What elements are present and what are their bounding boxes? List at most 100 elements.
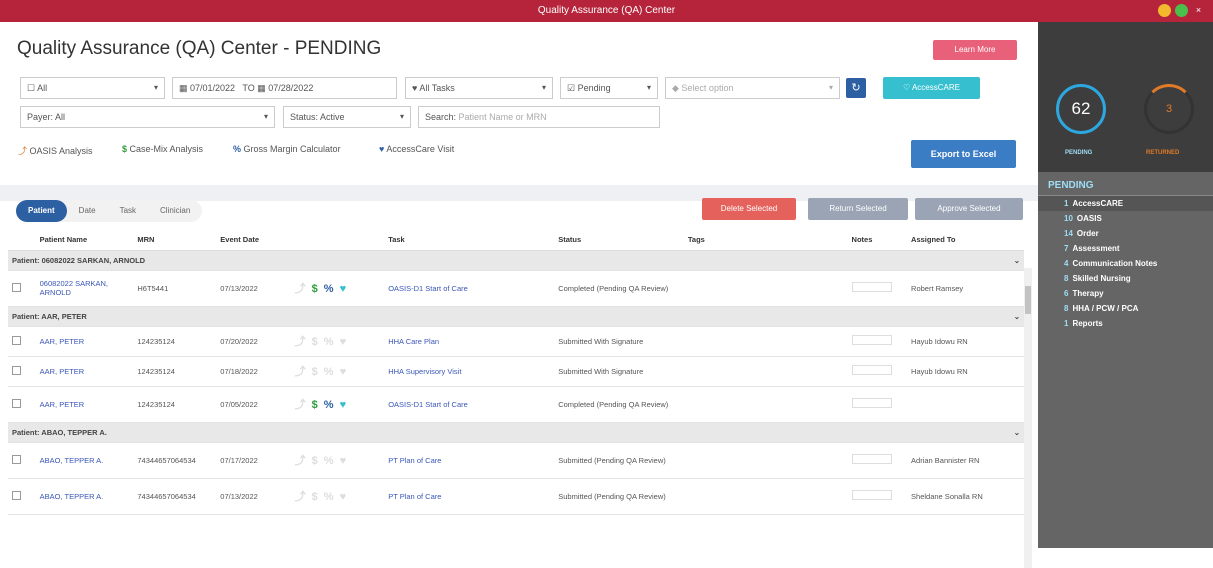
dollar-icon[interactable]: $ <box>312 336 318 348</box>
task-link[interactable]: HHA Care Plan <box>384 326 555 357</box>
group-row[interactable]: Patient: ABAO, TEPPER A. ⌄ <box>8 422 1024 443</box>
heart-icon[interactable]: ♥ <box>340 399 347 411</box>
approve-selected-button[interactable]: Approve Selected <box>915 198 1023 220</box>
oasis-analysis-link[interactable]: ⤴ OASIS Analysis <box>18 144 93 157</box>
col-patient-name[interactable]: Patient Name <box>35 230 134 251</box>
patient-name-link[interactable]: ABAO, TEPPER A. <box>35 478 134 515</box>
group-row[interactable]: Patient: AAR, PETER ⌄ <box>8 306 1024 327</box>
return-selected-button[interactable]: Return Selected <box>808 198 908 220</box>
sidebar-item[interactable]: 6 Therapy <box>1038 286 1213 301</box>
patient-name-link[interactable]: AAR, PETER <box>35 356 134 387</box>
chevron-down-icon[interactable]: ⌄ <box>907 250 1024 271</box>
dollar-icon[interactable]: $ <box>312 491 318 503</box>
refresh-button[interactable]: ↻ <box>846 78 866 98</box>
percent-icon[interactable]: % <box>324 455 334 467</box>
sidebar-item[interactable]: 4 Communication Notes <box>1038 256 1213 271</box>
task-link[interactable]: HHA Supervisory Visit <box>384 356 555 387</box>
tasks-select[interactable]: ♥ All Tasks ▾ <box>405 77 553 99</box>
table-row[interactable]: AAR, PETER 124235124 07/18/2022 ⤴ $% ♥ HHA… <box>8 356 1024 387</box>
sidebar-item[interactable]: 8 HHA / PCW / PCA <box>1038 301 1213 316</box>
patient-name-link[interactable]: 06082022 SARKAN, ARNOLD <box>35 270 134 307</box>
chart-icon[interactable]: ⤴ <box>295 455 306 467</box>
col-assigned-to[interactable]: Assigned To <box>907 230 1024 251</box>
learn-more-button[interactable]: Learn More <box>933 40 1017 60</box>
delete-selected-button[interactable]: Delete Selected <box>702 198 796 220</box>
export-excel-button[interactable]: Export to Excel <box>911 140 1016 168</box>
status-select[interactable]: Status: Active ▾ <box>283 106 411 128</box>
pending-count-ring[interactable]: 62 <box>1056 84 1106 134</box>
notes-icon[interactable] <box>851 365 892 375</box>
chart-icon[interactable]: ⤴ <box>295 491 306 503</box>
notes-icon[interactable] <box>851 335 892 345</box>
status-filter-select[interactable]: ☑ Pending ▾ <box>560 77 658 99</box>
percent-icon[interactable]: % <box>324 283 334 295</box>
chevron-down-icon[interactable]: ⌄ <box>907 422 1024 443</box>
sidebar-item[interactable]: 14 Order <box>1038 226 1213 241</box>
table-scrollbar[interactable] <box>1024 268 1032 568</box>
row-checkbox[interactable] <box>12 335 21 345</box>
dollar-icon[interactable]: $ <box>312 455 318 467</box>
col-mrn[interactable]: MRN <box>133 230 217 251</box>
notes-icon[interactable] <box>851 490 892 500</box>
table-row[interactable]: 06082022 SARKAN, ARNOLD H6T5441 07/13/20… <box>8 270 1024 307</box>
row-checkbox[interactable] <box>12 454 21 464</box>
col-task[interactable]: Task <box>384 230 555 251</box>
notes-icon[interactable] <box>851 398 892 408</box>
scrollbar-thumb[interactable] <box>1025 286 1031 314</box>
heart-icon[interactable]: ♥ <box>340 283 347 295</box>
dollar-icon[interactable]: $ <box>312 366 318 378</box>
dollar-icon[interactable]: $ <box>312 283 318 295</box>
sidebar-item[interactable]: 1 Reports <box>1038 316 1213 331</box>
scope-select[interactable]: ☐ All ▾ <box>20 77 165 99</box>
minimize-button[interactable] <box>1158 4 1171 17</box>
task-link[interactable]: OASIS-D1 Start of Care <box>384 270 555 307</box>
percent-icon[interactable]: % <box>324 399 334 411</box>
percent-icon[interactable]: % <box>324 336 334 348</box>
case-mix-link[interactable]: $ Case-Mix Analysis <box>122 144 203 154</box>
sidebar-item[interactable]: 8 Skilled Nursing <box>1038 271 1213 286</box>
tab-clinician[interactable]: Clinician <box>148 200 202 222</box>
col-notes[interactable]: Notes <box>847 230 908 251</box>
task-link[interactable]: OASIS-D1 Start of Care <box>384 386 555 423</box>
patient-name-link[interactable]: ABAO, TEPPER A. <box>35 442 134 479</box>
table-row[interactable]: AAR, PETER 124235124 07/20/2022 ⤴ $% ♥ HHA… <box>8 326 1024 357</box>
table-row[interactable]: AAR, PETER 124235124 07/05/2022 ⤴ $% ♥ OAS… <box>8 386 1024 423</box>
row-checkbox[interactable] <box>12 398 21 408</box>
row-checkbox[interactable] <box>12 490 21 500</box>
tab-task[interactable]: Task <box>108 200 148 222</box>
heart-icon[interactable]: ♥ <box>340 491 347 503</box>
heart-icon[interactable]: ♥ <box>340 366 347 378</box>
table-row[interactable]: ABAO, TEPPER A. 74344657064534 07/13/202… <box>8 478 1024 515</box>
row-checkbox[interactable] <box>12 282 21 292</box>
dollar-icon[interactable]: $ <box>312 399 318 411</box>
notes-icon[interactable] <box>851 454 892 464</box>
row-checkbox[interactable] <box>12 365 21 375</box>
table-row[interactable]: ABAO, TEPPER A. 74344657064534 07/17/202… <box>8 442 1024 479</box>
task-link[interactable]: PT Plan of Care <box>384 478 555 515</box>
sidebar-item[interactable]: 1 AccessCARE <box>1038 196 1213 211</box>
chart-icon[interactable]: ⤴ <box>295 366 306 378</box>
payer-select[interactable]: Payer: All ▾ <box>20 106 275 128</box>
chevron-down-icon[interactable]: ⌄ <box>907 306 1024 327</box>
margin-calculator-link[interactable]: % Gross Margin Calculator <box>233 144 341 154</box>
tab-patient[interactable]: Patient <box>16 200 67 222</box>
tag-select[interactable]: ◆ Select option ▾ <box>665 77 840 99</box>
chart-icon[interactable]: ⤴ <box>295 283 306 295</box>
task-link[interactable]: PT Plan of Care <box>384 442 555 479</box>
col-status[interactable]: Status <box>554 230 684 251</box>
tab-date[interactable]: Date <box>67 200 108 222</box>
date-range[interactable]: ▦ 07/01/2022 TO ▦ 07/28/2022 <box>172 77 397 99</box>
chart-icon[interactable]: ⤴ <box>295 399 306 411</box>
maximize-button[interactable] <box>1175 4 1188 17</box>
returned-count-ring[interactable]: 3 <box>1144 84 1194 134</box>
col-tags[interactable]: Tags <box>683 230 848 251</box>
accesscare-button[interactable]: ♡ AccessCARE <box>883 77 980 99</box>
sidebar-item[interactable]: 7 Assessment <box>1038 241 1213 256</box>
patient-name-link[interactable]: AAR, PETER <box>35 386 134 423</box>
percent-icon[interactable]: % <box>324 491 334 503</box>
percent-icon[interactable]: % <box>324 366 334 378</box>
close-button[interactable]: × <box>1192 4 1205 17</box>
heart-icon[interactable]: ♥ <box>340 336 347 348</box>
accesscare-visit-link[interactable]: ♥ AccessCare Visit <box>379 144 454 154</box>
heart-icon[interactable]: ♥ <box>340 455 347 467</box>
